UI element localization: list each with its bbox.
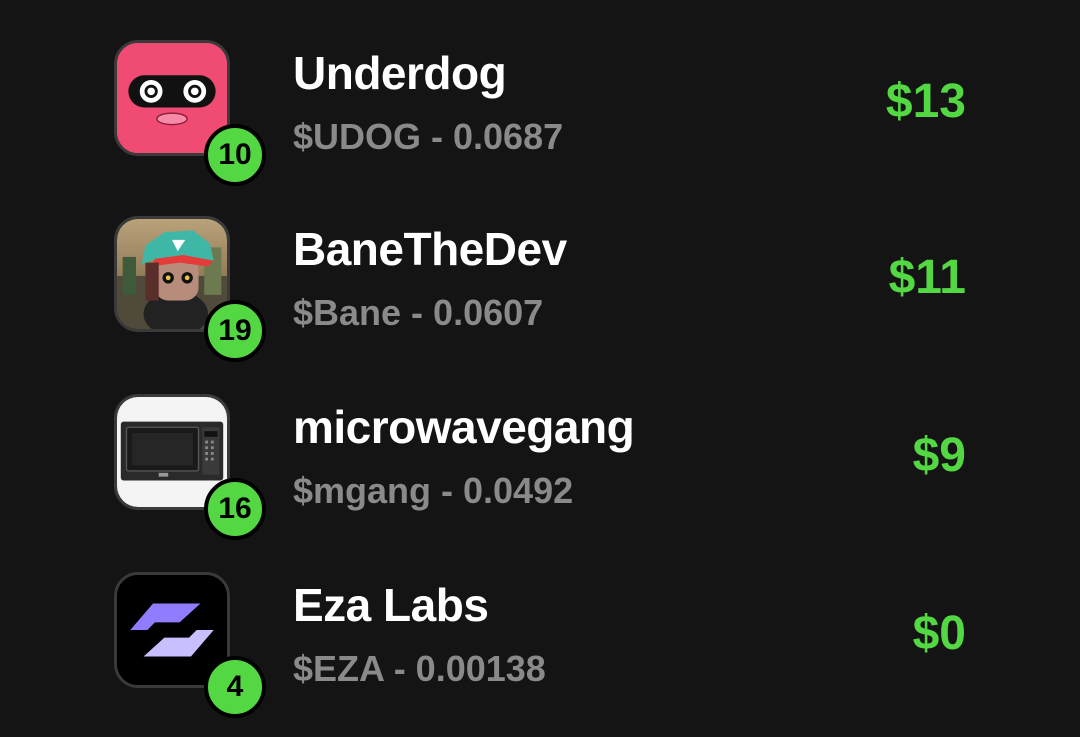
token-ticker-price: $EZA - 0.00138 <box>293 648 546 689</box>
avatar-container: 19 <box>114 216 266 362</box>
list-item-microwavegang[interactable]: 16 microwavegang $mgang - 0.0492 $9 <box>0 354 1080 540</box>
rank-badge: 16 <box>204 478 266 540</box>
token-ticker-price: $UDOG - 0.0687 <box>293 116 564 157</box>
token-name: microwavegang <box>293 401 635 453</box>
list-item-banethedev[interactable]: 19 BaneTheDev $Bane - 0.0607 $11 <box>0 176 1080 362</box>
token-name: Eza Labs <box>293 579 489 631</box>
holding-value: $9 <box>912 429 966 482</box>
holding-value: $11 <box>888 251 966 304</box>
avatar-container: 4 <box>114 572 266 718</box>
token-name: BaneTheDev <box>293 223 567 275</box>
rank-badge: 4 <box>204 656 266 718</box>
holding-value: $13 <box>885 75 966 128</box>
holding-value: $0 <box>912 607 966 660</box>
avatar-container: 16 <box>114 394 266 540</box>
token-ticker-price: $Bane - 0.0607 <box>293 292 544 333</box>
token-list: 10 Underdog $UDOG - 0.0687 $13 19 BaneTh… <box>0 0 1080 737</box>
list-item-underdog[interactable]: 10 Underdog $UDOG - 0.0687 $13 <box>0 0 1080 186</box>
rank-badge: 19 <box>204 300 266 362</box>
list-item-eza-labs[interactable]: 4 Eza Labs $EZA - 0.00138 $0 <box>0 532 1080 718</box>
token-ticker-price: $mgang - 0.0492 <box>293 470 574 511</box>
token-name: Underdog <box>293 47 507 99</box>
avatar-container: 10 <box>114 40 266 186</box>
